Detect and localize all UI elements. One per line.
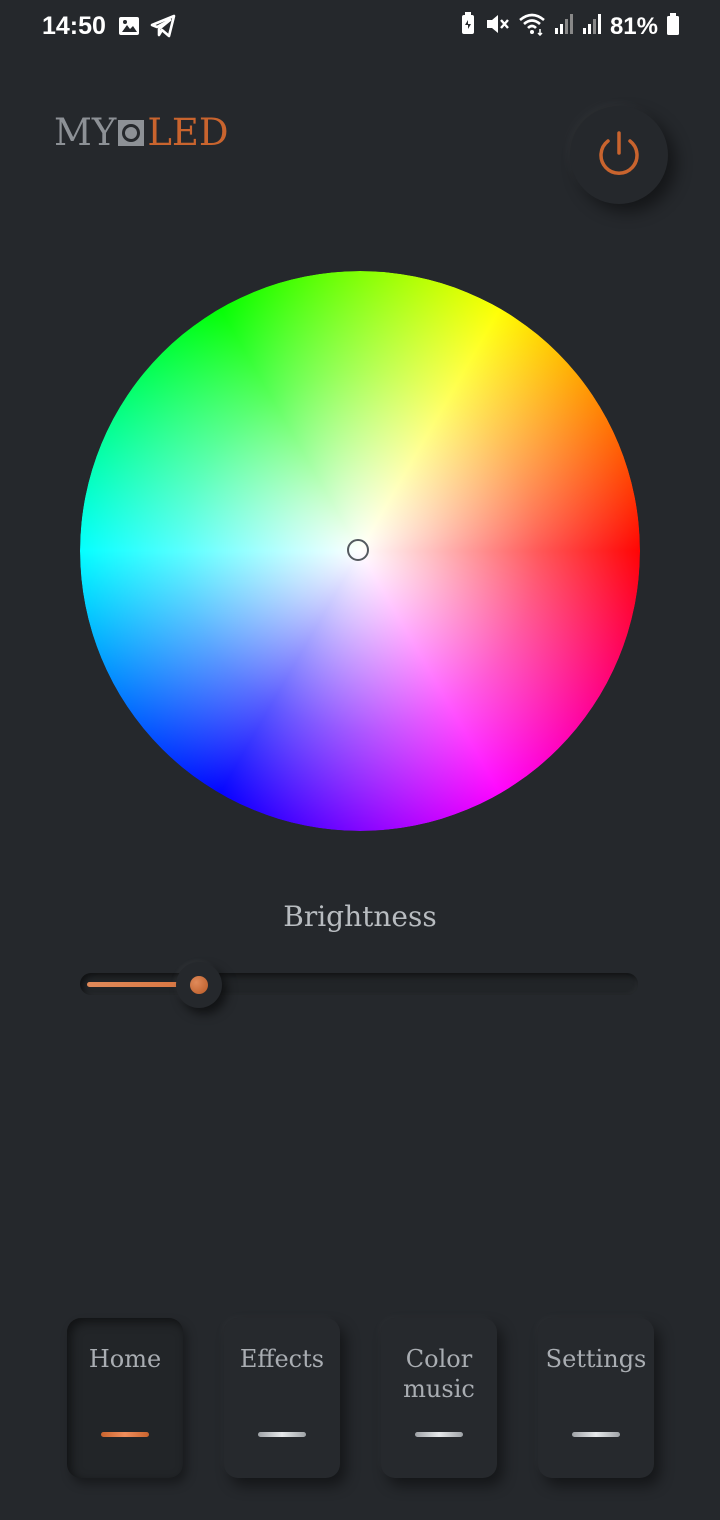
status-time: 14:50 xyxy=(42,12,106,40)
nav-effects-indicator xyxy=(258,1432,306,1437)
brightness-label: Brightness xyxy=(283,900,437,933)
color-wheel-cursor[interactable] xyxy=(347,539,369,561)
signal-2-icon xyxy=(582,12,602,41)
battery-saver-icon xyxy=(460,12,476,41)
wifi-icon xyxy=(518,12,546,41)
app-logo: MY LED xyxy=(54,110,229,154)
nav-effects-button[interactable]: Effects xyxy=(224,1318,340,1478)
nav-settings-label: Settings xyxy=(545,1345,647,1373)
power-icon xyxy=(593,127,645,184)
nav-color-music-label: Color music xyxy=(403,1345,475,1403)
logo-text-led: LED xyxy=(147,110,229,154)
nav-home-indicator xyxy=(101,1432,149,1437)
logo-text-my: MY xyxy=(54,110,117,154)
signal-1-icon xyxy=(554,12,574,41)
battery-percentage: 81% xyxy=(609,12,658,40)
status-bar: 14:50 81% xyxy=(0,0,720,56)
nav-home-button[interactable]: Home xyxy=(67,1318,183,1478)
nav-home-label: Home xyxy=(88,1345,162,1373)
nav-settings-button[interactable]: Settings xyxy=(538,1318,654,1478)
nav-effects-label: Effects xyxy=(239,1345,325,1373)
nav-color-music-indicator xyxy=(415,1432,463,1437)
nav-settings-indicator xyxy=(572,1432,620,1437)
battery-icon xyxy=(666,12,680,41)
power-button[interactable] xyxy=(570,106,668,204)
image-icon xyxy=(118,16,140,41)
nav-color-music-button[interactable]: Color music xyxy=(381,1318,497,1478)
brightness-slider-thumb[interactable] xyxy=(176,962,222,1008)
mute-icon xyxy=(484,12,510,41)
telegram-icon xyxy=(150,14,176,43)
logo-mark-icon xyxy=(118,120,145,146)
slider-thumb-dot xyxy=(190,976,208,994)
